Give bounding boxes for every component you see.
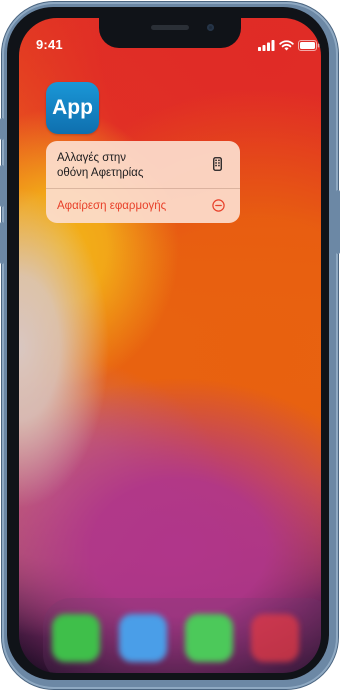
- messages-app-icon[interactable]: [185, 614, 233, 662]
- front-camera: [207, 24, 214, 31]
- volume-down-button: [0, 222, 4, 264]
- menu-item-edit-home-screen[interactable]: Αλλαγές στην οθόνη Αφετηρίας: [46, 141, 240, 188]
- app-icon-label: App: [52, 96, 93, 119]
- minus-circle-icon: [212, 199, 225, 217]
- battery-icon: [298, 38, 320, 56]
- phone-app-icon[interactable]: [52, 614, 100, 662]
- app-icon[interactable]: App: [46, 82, 99, 134]
- cellular-signal-icon: [258, 38, 275, 56]
- speaker-grille: [151, 25, 189, 30]
- status-icons: [258, 38, 320, 56]
- menu-item-label: Αφαίρεση εφαρμογής: [57, 200, 167, 212]
- menu-item-remove-app[interactable]: Αφαίρεση εφαρμογής: [46, 189, 240, 223]
- volume-up-button: [0, 165, 4, 207]
- context-menu: Αλλαγές στην οθόνη Αφετηρίας Αφαίρεση εφ…: [46, 141, 240, 223]
- menu-item-label: Αλλαγές στην οθόνη Αφετηρίας: [57, 152, 144, 179]
- wifi-icon: [279, 38, 294, 56]
- music-app-icon[interactable]: [251, 614, 299, 662]
- safari-app-icon[interactable]: [119, 614, 167, 662]
- phone-screen-icon: [213, 157, 222, 176]
- side-button: [336, 190, 340, 254]
- notch: [99, 18, 241, 48]
- status-time: 9:41: [36, 37, 63, 52]
- action-button: [0, 118, 4, 140]
